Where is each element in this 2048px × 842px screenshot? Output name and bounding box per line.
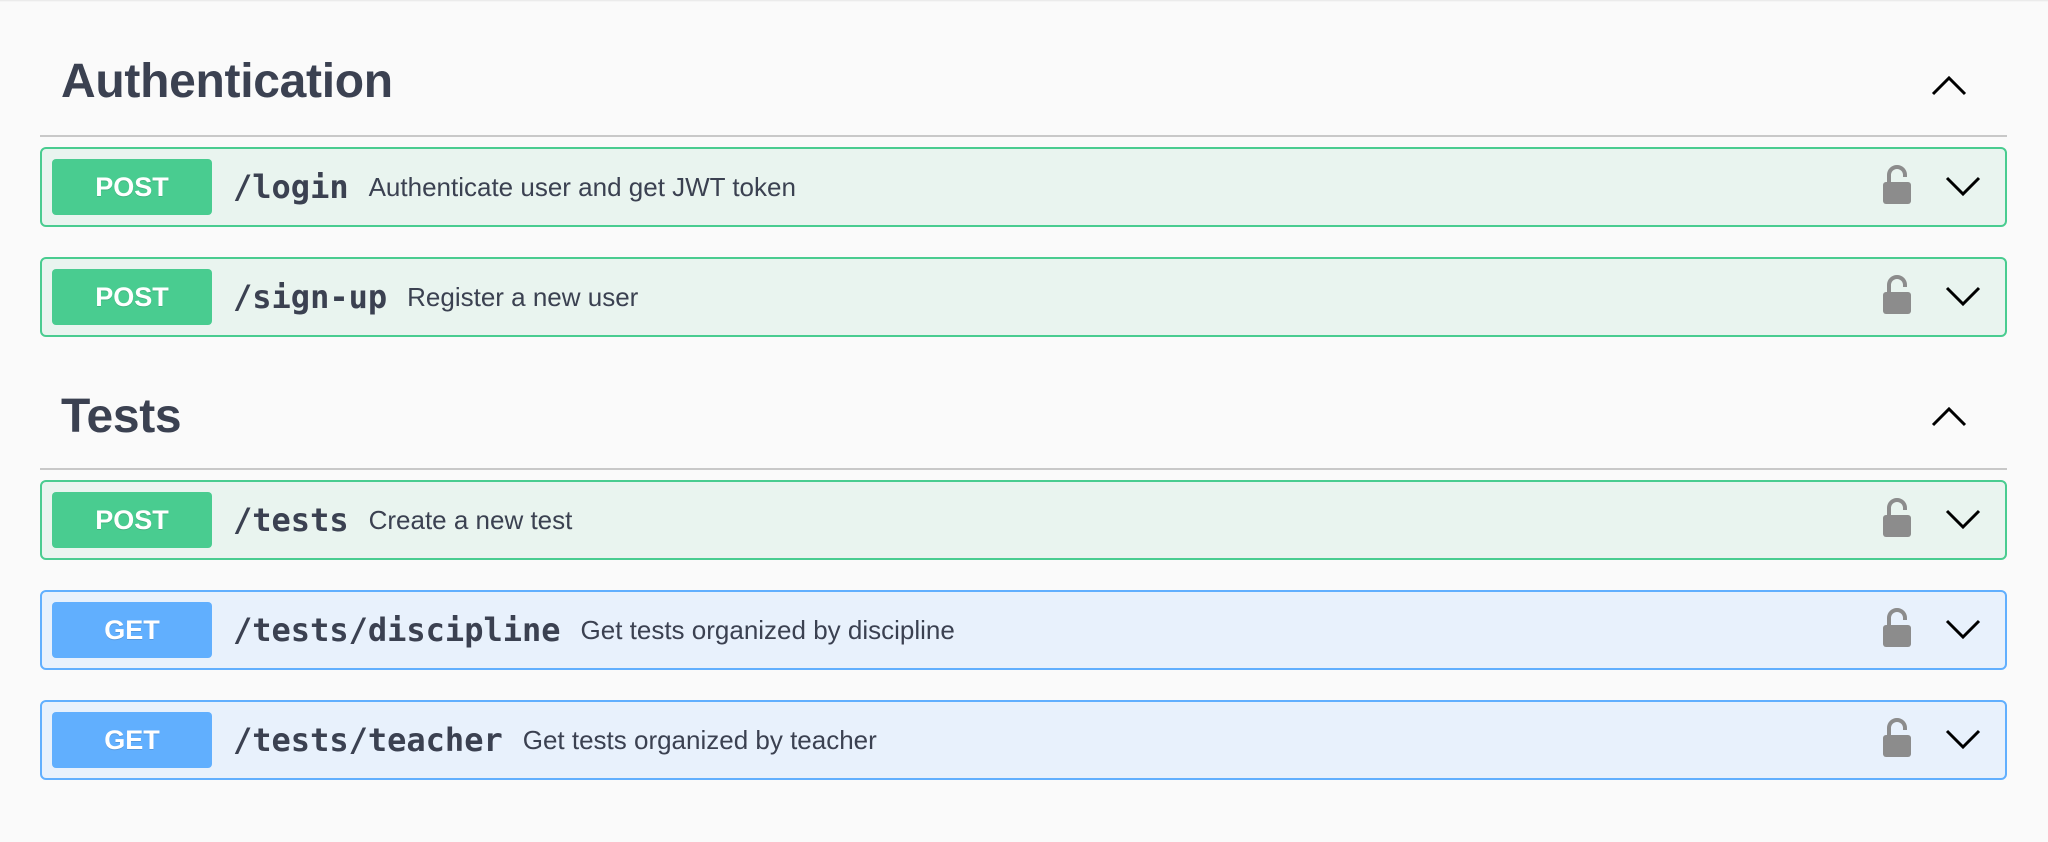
operation-description: Create a new test [368,505,573,535]
operation-login[interactable]: POST /login Authenticate user and get JW… [40,147,2007,227]
operation-description: Get tests organized by discipline [580,615,955,645]
section-header[interactable]: Tests [40,337,2007,470]
operation-path: /tests/discipline [233,611,561,649]
lock-icon[interactable] [1881,498,1913,538]
chevron-down-icon[interactable] [1943,504,1983,534]
operation-path-row: /tests Create a new test [233,500,572,540]
lock-icon[interactable] [1881,165,1913,205]
section-title: Authentication [61,55,393,108]
method-badge: POST [52,269,212,325]
operation-path-row: /tests/discipline Get tests organized by… [233,610,955,650]
operation-create-test[interactable]: POST /tests Create a new test [40,480,2007,560]
operation-path-row: /sign-up Register a new user [233,277,638,317]
chevron-up-icon[interactable] [1929,401,1969,431]
lock-icon[interactable] [1881,718,1913,758]
method-badge: POST [52,492,212,548]
operation-description: Get tests organized by teacher [522,725,877,755]
chevron-down-icon[interactable] [1943,281,1983,311]
operation-path: /tests/teacher [233,721,503,759]
operation-description: Register a new user [407,282,639,312]
chevron-down-icon[interactable] [1943,171,1983,201]
lock-icon[interactable] [1881,275,1913,315]
section-header[interactable]: Authentication [40,0,2007,137]
method-badge: GET [52,602,212,658]
operation-path: /login [233,168,349,206]
method-badge: POST [52,159,212,215]
chevron-up-icon[interactable] [1929,70,1969,100]
operation-path: /sign-up [233,278,388,316]
section-tests: Tests POST /tests Create a new test GET … [40,337,2007,780]
operation-sign-up[interactable]: POST /sign-up Register a new user [40,257,2007,337]
chevron-down-icon[interactable] [1943,724,1983,754]
operation-path: /tests [233,501,349,539]
operation-tests-discipline[interactable]: GET /tests/discipline Get tests organize… [40,590,2007,670]
section-authentication: Authentication POST /login Authenticate … [40,0,2007,337]
operation-path-row: /login Authenticate user and get JWT tok… [233,167,796,207]
operation-tests-teacher[interactable]: GET /tests/teacher Get tests organized b… [40,700,2007,780]
api-docs: Authentication POST /login Authenticate … [40,0,2007,810]
operation-path-row: /tests/teacher Get tests organized by te… [233,720,877,760]
operation-description: Authenticate user and get JWT token [368,172,796,202]
lock-icon[interactable] [1881,608,1913,648]
chevron-down-icon[interactable] [1943,614,1983,644]
section-title: Tests [61,390,182,443]
method-badge: GET [52,712,212,768]
